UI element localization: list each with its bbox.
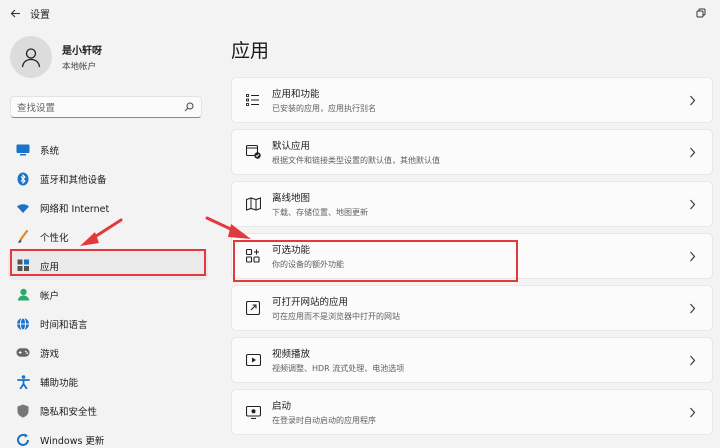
gaming-icon: [16, 346, 30, 360]
avatar: [10, 36, 52, 78]
card-apps-features[interactable]: 应用和功能 已安装的应用，应用执行别名: [231, 77, 713, 123]
back-arrow-icon[interactable]: [0, 0, 30, 26]
apps-for-websites-icon: [245, 300, 261, 316]
sidebar-item-privacy[interactable]: 隐私和安全性: [8, 396, 208, 425]
profile-name: 是小轩呀: [62, 42, 102, 57]
card-subtitle: 根据文件和链接类型设置的默认值，其他默认值: [272, 155, 682, 166]
card-subtitle: 可在应用而不是浏览器中打开的网站: [272, 311, 682, 322]
sidebar-item-label: 网络和 Internet: [40, 201, 109, 215]
card-subtitle: 在登录时自动启动的应用程序: [272, 415, 682, 426]
window-title: 设置: [30, 6, 50, 21]
sidebar-item-windows-update[interactable]: Windows 更新: [8, 425, 208, 448]
video-playback-icon: [245, 352, 261, 368]
sidebar-item-time-language[interactable]: 时间和语言: [8, 309, 208, 338]
chevron-right-icon: [682, 251, 702, 262]
annotation-arrow-left: [78, 218, 123, 248]
card-subtitle: 已安装的应用，应用执行别名: [272, 103, 682, 114]
network-icon: [16, 201, 30, 215]
restore-icon: [696, 8, 706, 18]
chevron-right-icon: [682, 355, 702, 366]
card-subtitle: 下载、存储位置、地图更新: [272, 207, 682, 218]
chevron-right-icon: [682, 407, 702, 418]
card-offline-maps[interactable]: 离线地图 下载、存储位置、地图更新: [231, 181, 713, 227]
profile-account-type: 本地帐户: [62, 60, 102, 72]
search-input[interactable]: 查找设置: [10, 96, 202, 118]
card-video-playback[interactable]: 视频播放 视频调整、HDR 流式处理、电池选项: [231, 337, 713, 383]
sidebar-item-gaming[interactable]: 游戏: [8, 338, 208, 367]
sidebar-item-label: 时间和语言: [40, 317, 88, 331]
personalization-icon: [16, 230, 30, 244]
card-title: 启动: [272, 398, 682, 412]
sidebar-item-accessibility[interactable]: 辅助功能: [8, 367, 208, 396]
system-icon: [16, 143, 30, 157]
page-title: 应用: [231, 36, 269, 63]
search-placeholder: 查找设置: [17, 100, 183, 114]
sidebar-nav: 系统 蓝牙和其他设备 网络和 Internet 个性化 应用 帐户 时间和语言: [8, 135, 208, 448]
privacy-icon: [16, 404, 30, 418]
card-subtitle: 视频调整、HDR 流式处理、电池选项: [272, 363, 682, 374]
sidebar-item-label: Windows 更新: [40, 433, 104, 447]
accessibility-icon: [16, 375, 30, 389]
chevron-right-icon: [682, 303, 702, 314]
main-content: 应用 应用和功能 已安装的应用，应用执行别名 默认应用 根据文件和链接类型设置的…: [214, 26, 720, 448]
card-title: 视频播放: [272, 346, 682, 360]
highlight-box-apps: [10, 249, 206, 276]
sidebar-item-label: 帐户: [40, 288, 59, 302]
sidebar-item-label: 隐私和安全性: [40, 404, 97, 418]
offline-maps-icon: [245, 196, 261, 212]
chevron-right-icon: [682, 199, 702, 210]
user-profile[interactable]: 是小轩呀 本地帐户: [10, 36, 102, 78]
sidebar-item-system[interactable]: 系统: [8, 135, 208, 164]
annotation-arrow-right: [205, 215, 253, 243]
restore-button[interactable]: [682, 0, 720, 26]
card-title: 可打开网站的应用: [272, 294, 682, 308]
user-icon: [20, 46, 42, 68]
apps-features-icon: [245, 92, 261, 108]
search-icon[interactable]: [183, 101, 195, 113]
chevron-right-icon: [682, 95, 702, 106]
title-bar: 设置: [0, 0, 720, 26]
sidebar-item-label: 辅助功能: [40, 375, 78, 389]
time-language-icon: [16, 317, 30, 331]
account-icon: [16, 288, 30, 302]
default-apps-icon: [245, 144, 261, 160]
sidebar-item-label: 游戏: [40, 346, 59, 360]
bluetooth-icon: [16, 172, 30, 186]
sidebar-item-accounts[interactable]: 帐户: [8, 280, 208, 309]
sidebar-item-label: 系统: [40, 143, 59, 157]
card-default-apps[interactable]: 默认应用 根据文件和链接类型设置的默认值，其他默认值: [231, 129, 713, 175]
sidebar-item-bluetooth[interactable]: 蓝牙和其他设备: [8, 164, 208, 193]
highlight-box-optional-features: [233, 240, 518, 282]
windows-update-icon: [16, 433, 30, 447]
sidebar-item-label: 个性化: [40, 230, 69, 244]
card-title: 默认应用: [272, 138, 682, 152]
chevron-right-icon: [682, 147, 702, 158]
sidebar-item-label: 蓝牙和其他设备: [40, 172, 107, 186]
card-startup[interactable]: 启动 在登录时自动启动的应用程序: [231, 389, 713, 435]
card-apps-for-websites[interactable]: 可打开网站的应用 可在应用而不是浏览器中打开的网站: [231, 285, 713, 331]
startup-icon: [245, 404, 261, 420]
card-title: 应用和功能: [272, 86, 682, 100]
card-title: 离线地图: [272, 190, 682, 204]
